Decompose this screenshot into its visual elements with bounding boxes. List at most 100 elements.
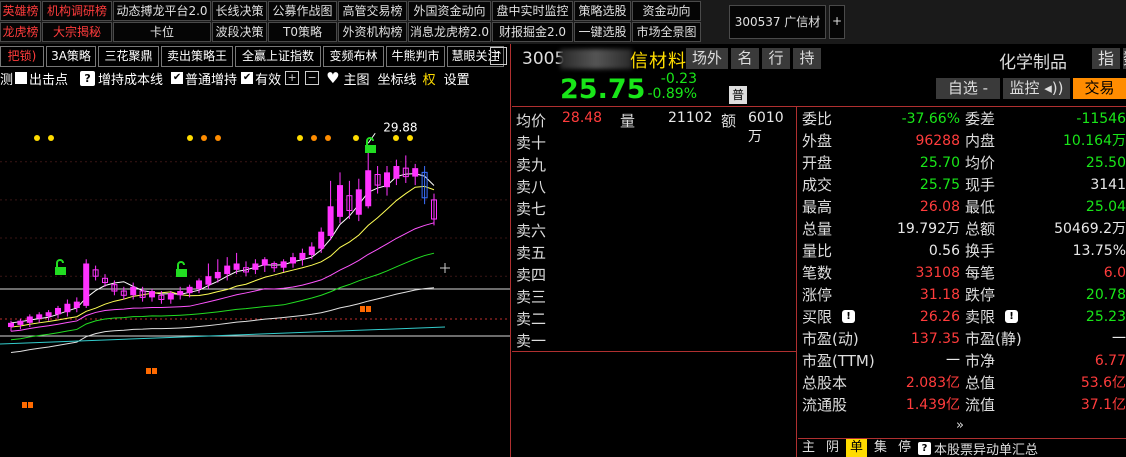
sell-level-label: 卖七 — [516, 200, 547, 218]
kline-chart-panel: 把锁) 3A策略 三花聚鼎 卖出策略王 全赢上证指数 变频布林 牛熊判市 慧眼关注 ↑ 测 出… — [0, 44, 510, 457]
trade-button[interactable]: 交易 — [1073, 78, 1126, 99]
help-icon[interactable]: ? — [918, 441, 931, 455]
change-percent: -0.89% — [647, 86, 697, 102]
row2-button[interactable]: 市场全景图 — [632, 22, 701, 42]
row1-button[interactable]: 英雄榜 — [0, 1, 41, 21]
stat-value: 1.439亿 — [905, 397, 960, 413]
tab-ting[interactable]: 停 — [894, 439, 915, 457]
row1-button[interactable]: 策略选股 — [574, 1, 631, 21]
row2-button[interactable]: T0策略 — [268, 22, 337, 42]
row1-button[interactable]: 机构调研榜 — [42, 1, 112, 21]
stock-code: 3005 — [522, 49, 566, 69]
monitor-button[interactable]: 监控 ◂)) — [1003, 78, 1070, 99]
row2-button[interactable]: 卡位 — [113, 22, 211, 42]
signal-dot — [353, 135, 359, 141]
stat-row: 总股本 2.083亿 总值 53.6亿 — [800, 372, 1126, 394]
stat-value: -37.66% — [901, 111, 960, 127]
candle-body — [224, 265, 231, 275]
stat-row: 涨停 31.18 跌停 20.78 — [800, 284, 1126, 306]
candle-body — [337, 185, 343, 217]
stock-tab[interactable]: 300537 广信材料 — [729, 5, 826, 61]
book-summary: 均价 28.48 量 21102 额 6010万 — [516, 110, 796, 145]
stat-value: 一 — [946, 353, 960, 369]
tab-yin[interactable]: 阴 — [822, 439, 843, 457]
row1-button[interactable]: 高管交易榜 — [338, 1, 407, 21]
sell-level-label: 卖五 — [516, 244, 547, 262]
expand-chevron-icon[interactable]: » — [956, 418, 964, 433]
candle-body — [177, 291, 184, 296]
lock-icon — [365, 145, 376, 153]
candle-body — [318, 231, 325, 249]
vol-label: 量 — [620, 112, 636, 130]
stat-row: 市盈(TTM) 一市净 6.77 — [800, 350, 1126, 372]
holding-button[interactable]: 持 — [793, 48, 821, 69]
add-tab-button[interactable]: + — [829, 5, 845, 39]
bottom-tab-bar: 主 阴 单 集 停 ? 本股票异动单汇总 — [798, 438, 1126, 457]
stat-label: 市盈(动) — [802, 330, 859, 348]
candle-body — [280, 261, 287, 268]
row1-button[interactable]: 动态搏龙平台2.0 — [113, 1, 211, 21]
candle-body — [233, 263, 240, 270]
stat-label: 跌停 — [965, 286, 996, 304]
row2-button[interactable]: 大宗揭秘 — [42, 22, 112, 42]
row2-button[interactable]: 财报掘金2.0 — [492, 22, 573, 42]
candle-body — [130, 286, 137, 296]
row2-button[interactable]: 龙虎榜 — [0, 22, 41, 42]
candlestick-chart[interactable]: 29.88 — [0, 44, 510, 457]
stat-row: 流通股 1.439亿 流值 37.1亿 — [800, 394, 1126, 416]
sell-level-label: 卖九 — [516, 156, 547, 174]
stat-label: 量比 — [802, 242, 833, 260]
otc-button[interactable]: 场外 — [686, 48, 728, 69]
industry-label[interactable]: 化学制品 — [999, 48, 1067, 73]
industry-button[interactable]: 行 — [762, 48, 790, 69]
top-toolbar: 英雄榜 机构调研榜 动态搏龙平台2.0 长线决策 公募作战图 高管交易榜 外国资金动向 盘中实… — [0, 0, 1126, 61]
monitor-label: 监控 — [1009, 79, 1040, 97]
lock-icon — [56, 259, 64, 267]
book-stats-divider — [796, 106, 797, 457]
row2-button[interactable]: 波段决策 — [212, 22, 267, 42]
stat-row: 最高 26.08 最低 25.04 — [800, 196, 1126, 218]
sell-limit-info-icon[interactable]: ! — [1005, 310, 1018, 323]
stat-value: 26.26 — [919, 309, 960, 325]
tab-ji[interactable]: 集 — [870, 439, 891, 457]
signal-mark — [28, 402, 33, 408]
stat-value: 25.04 — [1085, 199, 1126, 215]
abnormal-orders-label: 本股票异动单汇总 — [934, 442, 1039, 457]
candle-body — [355, 189, 362, 215]
row1-button[interactable]: 外国资金动向 — [408, 1, 491, 21]
stat-value: 13.75% — [1072, 243, 1126, 259]
last-price: 25.75 — [560, 74, 646, 105]
candle-body — [26, 316, 33, 323]
stat-label: 市净 — [965, 352, 996, 370]
candle-body — [205, 276, 212, 285]
candle-body — [214, 271, 221, 279]
watchlist-button[interactable]: 自选 - — [936, 78, 1000, 99]
row1-button[interactable]: 资金动向 — [632, 1, 701, 21]
row1-button[interactable]: 盘中实时监控 — [492, 1, 573, 21]
stat-label: 开盘 — [802, 154, 833, 172]
name-button[interactable]: 名 — [731, 48, 759, 69]
candle-body — [299, 252, 306, 260]
stat-label: 笔数 — [802, 264, 833, 282]
tab-main[interactable]: 主 — [798, 439, 819, 457]
candle-body — [261, 259, 268, 266]
row2-button[interactable]: 外资机构榜 — [338, 22, 407, 42]
candle-body — [17, 320, 24, 325]
amt-value: 6010万 — [748, 110, 784, 145]
row2-button[interactable]: 消息龙虎榜2.0 — [408, 22, 491, 42]
row2-button[interactable]: 一键选股 — [574, 22, 631, 42]
candle-body — [327, 206, 334, 236]
toolbar-row-1: 英雄榜 机构调研榜 动态搏龙平台2.0 长线决策 公募作战图 高管交易榜 外国资金动向 盘中实… — [0, 1, 702, 22]
ma60-line — [10, 287, 435, 353]
stat-label: 总值 — [965, 374, 996, 392]
signal-dot — [201, 135, 207, 141]
candle-body — [252, 263, 259, 270]
row1-button[interactable]: 长线决策 — [212, 1, 267, 21]
candle-body — [8, 322, 14, 328]
stat-label: 委差 — [965, 110, 996, 128]
index-button[interactable]: 指 — [1092, 48, 1120, 69]
stat-value: 37.1亿 — [1080, 397, 1126, 413]
buy-limit-info-icon[interactable]: ! — [842, 310, 855, 323]
tab-dan[interactable]: 单 — [846, 439, 867, 457]
row1-button[interactable]: 公募作战图 — [268, 1, 337, 21]
